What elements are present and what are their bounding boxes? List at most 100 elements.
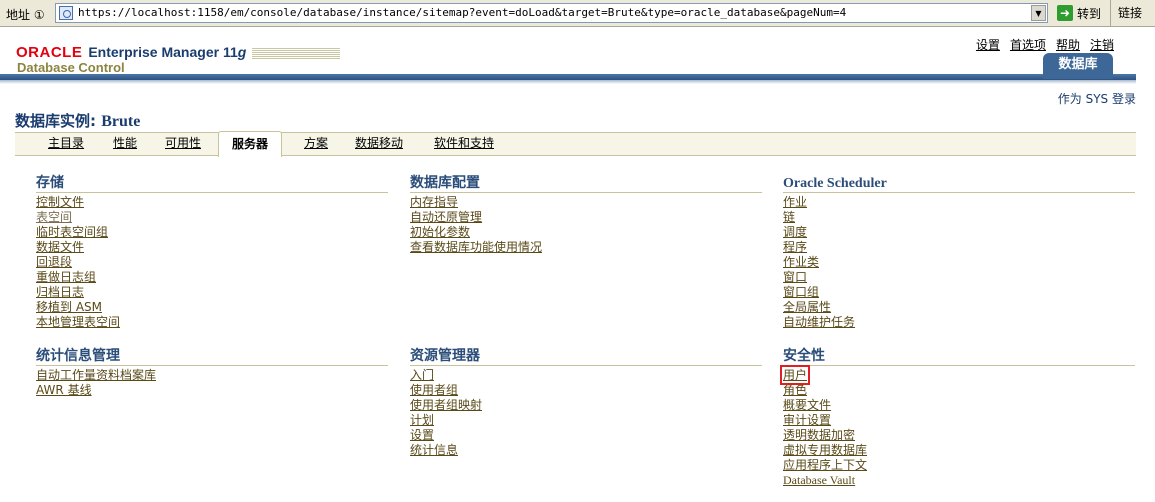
section-divider xyxy=(783,192,1135,193)
instance-name: Brute xyxy=(101,113,141,130)
address-label: 地址 ① xyxy=(6,8,45,22)
link-memory-advisors[interactable]: 内存指导 xyxy=(410,195,458,209)
product-subtitle: Database Control xyxy=(17,60,125,75)
logout-link[interactable]: 注销 xyxy=(1090,36,1114,53)
list-item: 统计信息 xyxy=(410,443,762,458)
link-transparent-data-encryption[interactable]: 透明数据加密 xyxy=(783,428,855,442)
tab-data-movement[interactable]: 数据移动 xyxy=(355,134,403,151)
link-control-files[interactable]: 控制文件 xyxy=(36,195,84,209)
link-archive-logs[interactable]: 归档日志 xyxy=(36,285,84,299)
link-init-parameters[interactable]: 初始化参数 xyxy=(410,225,470,239)
link-statistics[interactable]: 统计信息 xyxy=(410,443,458,457)
link-temp-tablespace-groups[interactable]: 临时表空间组 xyxy=(36,225,108,239)
address-input[interactable]: https://localhost:1158/em/console/databa… xyxy=(55,3,1048,23)
link-getting-started[interactable]: 入门 xyxy=(410,368,434,382)
oracle-logo: ORACLE xyxy=(16,44,83,61)
tab-server[interactable]: 服务器 xyxy=(218,131,283,157)
link-auto-maintenance-tasks[interactable]: 自动维护任务 xyxy=(783,315,855,329)
list-item: AWR 基线 xyxy=(36,383,388,398)
list-item: 控制文件 xyxy=(36,195,388,210)
link-global-attributes[interactable]: 全局属性 xyxy=(783,300,831,314)
list-item: 全局属性 xyxy=(783,300,1135,315)
section-database-configuration: 数据库配置 内存指导 自动还原管理 初始化参数 查看数据库功能使用情况 xyxy=(410,175,762,255)
link-window-groups[interactable]: 窗口组 xyxy=(783,285,819,299)
list-item: 本地管理表空间 xyxy=(36,315,388,330)
list-item: 查看数据库功能使用情况 xyxy=(410,240,762,255)
list-item: 回退段 xyxy=(36,255,388,270)
settings-link[interactable]: 设置 xyxy=(976,36,1000,53)
link-database-vault[interactable]: Database Vault xyxy=(783,473,855,487)
list-item: 审计设置 xyxy=(783,413,1135,428)
list-item: 作业 xyxy=(783,195,1135,210)
link-rollback-segments[interactable]: 回退段 xyxy=(36,255,72,269)
link-jobs[interactable]: 作业 xyxy=(783,195,807,209)
list-item: 初始化参数 xyxy=(410,225,762,240)
header-shadow xyxy=(0,80,1136,84)
tab-performance[interactable]: 性能 xyxy=(113,134,137,151)
link-users[interactable]: 用户 xyxy=(779,365,811,385)
list-item: 自动工作量资料档案库 xyxy=(36,368,388,383)
address-url: https://localhost:1158/em/console/databa… xyxy=(78,6,847,19)
links-button[interactable]: 链接 xyxy=(1110,0,1142,26)
tab-availability[interactable]: 可用性 xyxy=(165,134,201,151)
list-item: 数据文件 xyxy=(36,240,388,255)
link-consumer-group-mappings[interactable]: 使用者组映射 xyxy=(410,398,482,412)
link-migrate-to-asm[interactable]: 移植到 ASM xyxy=(36,300,102,314)
tab-schema[interactable]: 方案 xyxy=(304,134,328,151)
list-item: 重做日志组 xyxy=(36,270,388,285)
tab-database[interactable]: 数据库 xyxy=(1043,53,1113,79)
list-item: 链 xyxy=(783,210,1135,225)
help-link[interactable]: 帮助 xyxy=(1056,36,1080,53)
list-item: 使用者组映射 xyxy=(410,398,762,413)
section-divider xyxy=(410,192,762,193)
list-item: 使用者组 xyxy=(410,383,762,398)
list-item: 程序 xyxy=(783,240,1135,255)
link-chains[interactable]: 链 xyxy=(783,210,795,224)
link-audit-settings[interactable]: 审计设置 xyxy=(783,413,831,427)
list-item: 入门 xyxy=(410,368,762,383)
section-title-dbconfig: 数据库配置 xyxy=(410,175,480,191)
link-windows[interactable]: 窗口 xyxy=(783,270,807,284)
list-item: 作业类 xyxy=(783,255,1135,270)
list-item: 窗口 xyxy=(783,270,1135,285)
link-settings[interactable]: 设置 xyxy=(410,428,434,442)
link-redo-log-groups[interactable]: 重做日志组 xyxy=(36,270,96,284)
link-tablespaces[interactable]: 表空间 xyxy=(36,210,72,224)
link-datafiles[interactable]: 数据文件 xyxy=(36,240,84,254)
link-consumer-groups[interactable]: 使用者组 xyxy=(410,383,458,397)
link-awr[interactable]: 自动工作量资料档案库 xyxy=(36,368,156,382)
section-storage: 存储 控制文件 表空间 临时表空间组 数据文件 回退段 重做日志组 归档日志 移… xyxy=(36,175,388,330)
list-item: 自动还原管理 xyxy=(410,210,762,225)
list-item: 内存指导 xyxy=(410,195,762,210)
link-programs[interactable]: 程序 xyxy=(783,240,807,254)
link-job-classes[interactable]: 作业类 xyxy=(783,255,819,269)
tab-software-support[interactable]: 软件和支持 xyxy=(434,134,494,151)
go-label: 转到 xyxy=(1077,6,1102,21)
link-feature-usage[interactable]: 查看数据库功能使用情况 xyxy=(410,240,542,254)
tab-home[interactable]: 主目录 xyxy=(48,134,84,151)
window-edge xyxy=(1136,28,1155,502)
section-divider xyxy=(783,365,1135,366)
go-arrow-icon: ➜ xyxy=(1057,5,1073,21)
section-title-stats: 统计信息管理 xyxy=(36,348,120,364)
link-profiles[interactable]: 概要文件 xyxy=(783,398,831,412)
preferences-link[interactable]: 首选项 xyxy=(1010,36,1046,53)
link-plans[interactable]: 计划 xyxy=(410,413,434,427)
list-item: 窗口组 xyxy=(783,285,1135,300)
section-statistics-management: 统计信息管理 自动工作量资料档案库 AWR 基线 xyxy=(36,348,388,398)
link-awr-baselines[interactable]: AWR 基线 xyxy=(36,383,92,397)
chevron-down-icon[interactable]: ▼ xyxy=(1031,5,1046,21)
list-item: 归档日志 xyxy=(36,285,388,300)
link-virtual-private-database[interactable]: 虚拟专用数据库 xyxy=(783,443,867,457)
go-button[interactable]: ➜ 转到 xyxy=(1054,3,1105,23)
link-locally-managed-tablespaces[interactable]: 本地管理表空间 xyxy=(36,315,120,329)
subtab-bar: 主目录 性能 可用性 服务器 方案 数据移动 软件和支持 xyxy=(15,131,1136,157)
link-schedules[interactable]: 调度 xyxy=(783,225,807,239)
list-item: 角色 xyxy=(783,383,1135,398)
link-roles[interactable]: 角色 xyxy=(783,383,807,397)
list-item: 移植到 ASM xyxy=(36,300,388,315)
section-title-resource: 资源管理器 xyxy=(410,348,480,364)
link-auto-undo-management[interactable]: 自动还原管理 xyxy=(410,210,482,224)
list-item: 自动维护任务 xyxy=(783,315,1135,330)
link-application-contexts[interactable]: 应用程序上下文 xyxy=(783,458,867,472)
